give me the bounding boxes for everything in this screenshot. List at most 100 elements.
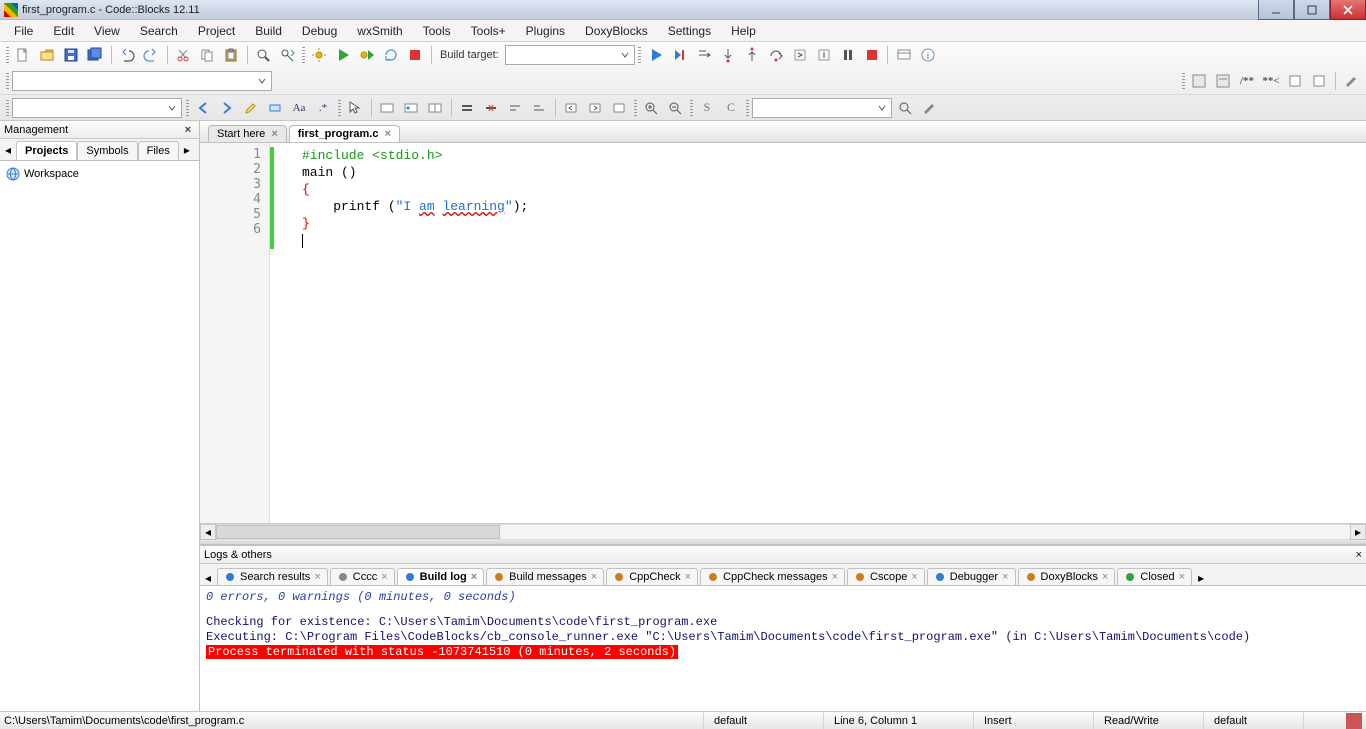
match-case-icon[interactable]: Aa [288,97,310,119]
tab-scroll-right-icon[interactable]: ▸ [179,139,195,160]
toolbar-grip[interactable] [688,97,694,119]
stop-debug-icon[interactable] [861,44,883,66]
toolbar-grip[interactable] [300,44,306,66]
toolbar-grip[interactable] [4,70,10,92]
management-tab-symbols[interactable]: Symbols [77,141,137,160]
toggle-source-icon[interactable] [424,97,446,119]
tab-close-icon[interactable]: × [832,571,838,583]
break-debug-icon[interactable] [837,44,859,66]
management-tab-projects[interactable]: Projects [16,141,77,160]
logs-close-button[interactable]: × [1356,549,1362,561]
tab-close-icon[interactable]: × [1102,571,1108,583]
gear-icon[interactable] [308,44,330,66]
copy-icon[interactable] [196,44,218,66]
scroll-left-icon[interactable]: ◂ [200,524,216,540]
paste-icon[interactable] [220,44,242,66]
tab-close-icon[interactable]: × [471,571,477,583]
scope-combo[interactable] [12,71,272,91]
toolbar-grip[interactable] [1180,70,1186,92]
find-icon[interactable] [252,44,274,66]
build-target-select[interactable] [505,45,635,65]
logs-tab-doxyblocks[interactable]: DoxyBlocks× [1018,568,1116,585]
upper-icon[interactable] [504,97,526,119]
logs-tab-cscope[interactable]: Cscope× [847,568,925,585]
menu-plugins[interactable]: Plugins [516,20,575,41]
open-file-icon[interactable] [36,44,58,66]
logs-tab-search-results[interactable]: Search results× [217,568,328,585]
logs-tab-cccc[interactable]: Cccc× [330,568,395,585]
tab-close-icon[interactable]: × [911,571,917,583]
step-instr-icon[interactable] [813,44,835,66]
logs-tab-build-log[interactable]: Build log× [397,568,484,585]
doxy-chm-icon[interactable] [1308,70,1330,92]
tab-close-icon[interactable]: × [314,571,320,583]
run-to-cursor-icon[interactable] [669,44,691,66]
save-icon[interactable] [60,44,82,66]
open-files-combo[interactable] [12,98,182,118]
tab-close-icon[interactable]: × [1179,571,1185,583]
tab-close-icon[interactable]: × [1002,571,1008,583]
toggle-comment-icon[interactable] [376,97,398,119]
new-file-icon[interactable] [12,44,34,66]
toolbar-grip[interactable] [632,97,638,119]
letter-c-icon[interactable]: C [720,97,742,119]
menu-wxsmith[interactable]: wxSmith [347,20,412,41]
editor-tab-start-here[interactable]: Start here× [208,125,287,142]
step-over-icon[interactable] [765,44,787,66]
nav-back-icon[interactable] [192,97,214,119]
undo-icon[interactable] [116,44,138,66]
toggle-bookmark-icon[interactable] [400,97,422,119]
dup-line-icon[interactable] [456,97,478,119]
logs-tab-cppcheck[interactable]: CppCheck× [606,568,698,585]
scroll-right-icon[interactable]: ▸ [1350,524,1366,540]
next-line-icon[interactable] [693,44,715,66]
tab-scroll-left-icon[interactable]: ◂ [0,139,16,160]
code-editor[interactable]: 123456 #include <stdio.h>main (){ printf… [200,143,1366,523]
menu-view[interactable]: View [84,20,130,41]
menu-tools-[interactable]: Tools+ [461,20,516,41]
build-run-icon[interactable] [356,44,378,66]
step-into-icon[interactable] [717,44,739,66]
nav-forward-icon[interactable] [216,97,238,119]
zoom-out-icon[interactable] [664,97,686,119]
doxy-html-icon[interactable] [1284,70,1306,92]
doxy-extract-icon[interactable] [1212,70,1234,92]
doxy-block-comment-icon[interactable]: /** [1236,70,1258,92]
replace-icon[interactable] [276,44,298,66]
tab-close-icon[interactable]: × [271,128,277,140]
save-all-icon[interactable] [84,44,106,66]
editor-tab-first_program-c[interactable]: first_program.c× [289,125,400,142]
thread-search-icon[interactable] [894,97,916,119]
menu-debug[interactable]: Debug [292,20,347,41]
stop-build-icon[interactable] [404,44,426,66]
maximize-button[interactable] [1294,0,1330,20]
logs-tab-closed[interactable]: Closed× [1117,568,1192,585]
menu-settings[interactable]: Settings [658,20,721,41]
tab-close-icon[interactable]: × [685,571,691,583]
debug-windows-icon[interactable] [893,44,915,66]
cut-icon[interactable] [172,44,194,66]
rebuild-icon[interactable] [380,44,402,66]
goto-next-icon[interactable] [584,97,606,119]
tab-close-icon[interactable]: × [381,571,387,583]
code-content[interactable]: #include <stdio.h>main (){ printf ("I am… [274,143,1366,249]
editor-scrollbar[interactable]: ◂ ▸ [200,523,1366,539]
menu-doxyblocks[interactable]: DoxyBlocks [575,20,658,41]
logs-tab-debugger[interactable]: Debugger× [927,568,1016,585]
management-close-button[interactable]: × [181,124,195,136]
scroll-thumb[interactable] [216,525,500,539]
thread-search-combo[interactable] [752,98,892,118]
doxy-line-comment-icon[interactable]: **< [1260,70,1282,92]
menu-build[interactable]: Build [245,20,292,41]
logs-tab-build-messages[interactable]: Build messages× [486,568,604,585]
del-line-icon[interactable] [480,97,502,119]
zoom-in-icon[interactable] [640,97,662,119]
logs-tab-cppcheck-messages[interactable]: CppCheck messages× [700,568,845,585]
menu-project[interactable]: Project [188,20,245,41]
toolbar-grip[interactable] [336,97,342,119]
step-out-icon[interactable] [741,44,763,66]
build-log-body[interactable]: 0 errors, 0 warnings (0 minutes, 0 secon… [200,586,1366,711]
close-button[interactable] [1330,0,1366,20]
clear-all-icon[interactable] [608,97,630,119]
doxy-wizard-icon[interactable] [1188,70,1210,92]
